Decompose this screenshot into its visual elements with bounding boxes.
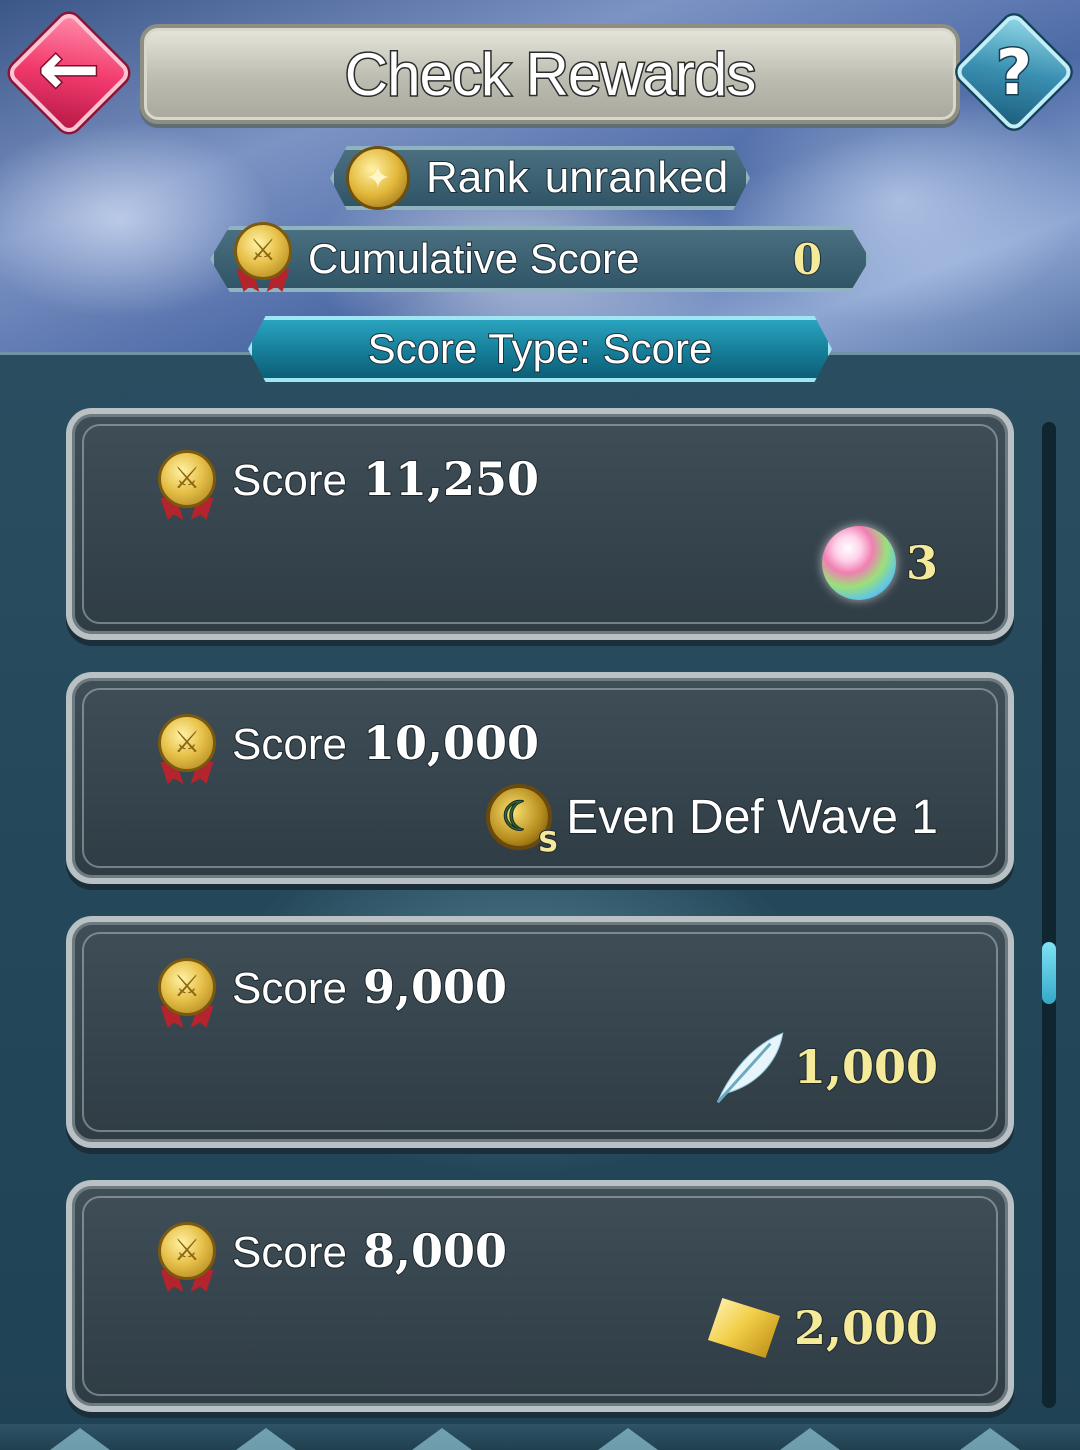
reward-card: ⚔ Score 10,000 ☾ S Even Def Wave 1 [66, 672, 1014, 884]
score-medal-icon: ⚔ [156, 450, 218, 522]
sacred-seal-icon: ☾ S [486, 784, 559, 859]
scrollbar-thumb[interactable] [1042, 942, 1056, 1004]
reward-card: ⚔ Score 11,250 3 [66, 408, 1014, 640]
back-arrow-icon: ← [36, 26, 101, 112]
menu-tab-edge [236, 1428, 296, 1450]
rank-label: Rank [425, 152, 530, 203]
cumulative-score-value: 0 [792, 234, 823, 285]
menu-tab-edge [50, 1428, 110, 1450]
seal-badge: S [537, 824, 559, 859]
feather-icon [716, 1032, 784, 1104]
title-banner: Check Rewards [140, 24, 960, 124]
back-button[interactable]: ← [4, 9, 134, 137]
menu-tab-edge [780, 1428, 840, 1450]
reward-quantity: 3 [905, 535, 939, 591]
reward-score-label: Score [231, 1227, 348, 1278]
reward-score-line: Score 11,250 [231, 451, 540, 507]
reward-quantity: 1,000 [793, 1039, 939, 1095]
crystal-icon [707, 1298, 780, 1358]
menu-tab-edge [960, 1428, 1020, 1450]
rank-badge-icon: ✦ [346, 146, 410, 210]
page-title: Check Rewards [343, 39, 757, 109]
scrollbar-track[interactable] [1042, 422, 1056, 1408]
bottom-menu-strip [0, 1424, 1080, 1450]
reward-item: 1,000 [710, 1028, 939, 1106]
score-medal-icon: ⚔ [232, 222, 294, 294]
reward-score-line: Score 10,000 [231, 715, 540, 771]
reward-skill-name: Even Def Wave 1 [565, 790, 939, 845]
reward-score-line: Score 8,000 [231, 1223, 508, 1279]
orb-icon [821, 526, 896, 600]
reward-item: ☾ S Even Def Wave 1 [486, 784, 939, 859]
help-button[interactable]: ? [952, 10, 1076, 134]
reward-score-line: Score 9,000 [231, 959, 508, 1015]
reward-item: 3 [821, 526, 939, 600]
score-medal-icon: ⚔ [156, 714, 218, 786]
reward-card: ⚔ Score 9,000 1,000 [66, 916, 1014, 1148]
score-type-label: Score Type: Score [367, 324, 714, 373]
reward-item: 2,000 [707, 1298, 939, 1358]
reward-score-label: Score [231, 963, 348, 1014]
menu-tab-edge [412, 1428, 472, 1450]
score-medal-icon: ⚔ [156, 958, 218, 1030]
reward-quantity: 2,000 [793, 1300, 939, 1356]
reward-score-value: 11,250 [362, 451, 540, 507]
rank-value: unranked [544, 152, 729, 203]
cumulative-score-label: Cumulative Score [307, 234, 640, 283]
menu-tab-edge [598, 1428, 658, 1450]
score-medal-icon: ⚔ [156, 1222, 218, 1294]
cumulative-score-pill: Cumulative Score 0 [210, 226, 870, 292]
reward-score-label: Score [231, 455, 348, 506]
reward-score-value: 9,000 [362, 959, 508, 1015]
reward-card: ⚔ Score 8,000 2,000 [66, 1180, 1014, 1412]
question-mark-icon: ? [995, 36, 1034, 109]
reward-score-label: Score [231, 719, 348, 770]
reward-score-value: 10,000 [362, 715, 540, 771]
score-type-selector[interactable]: Score Type: Score [248, 316, 832, 382]
reward-score-value: 8,000 [362, 1223, 508, 1279]
